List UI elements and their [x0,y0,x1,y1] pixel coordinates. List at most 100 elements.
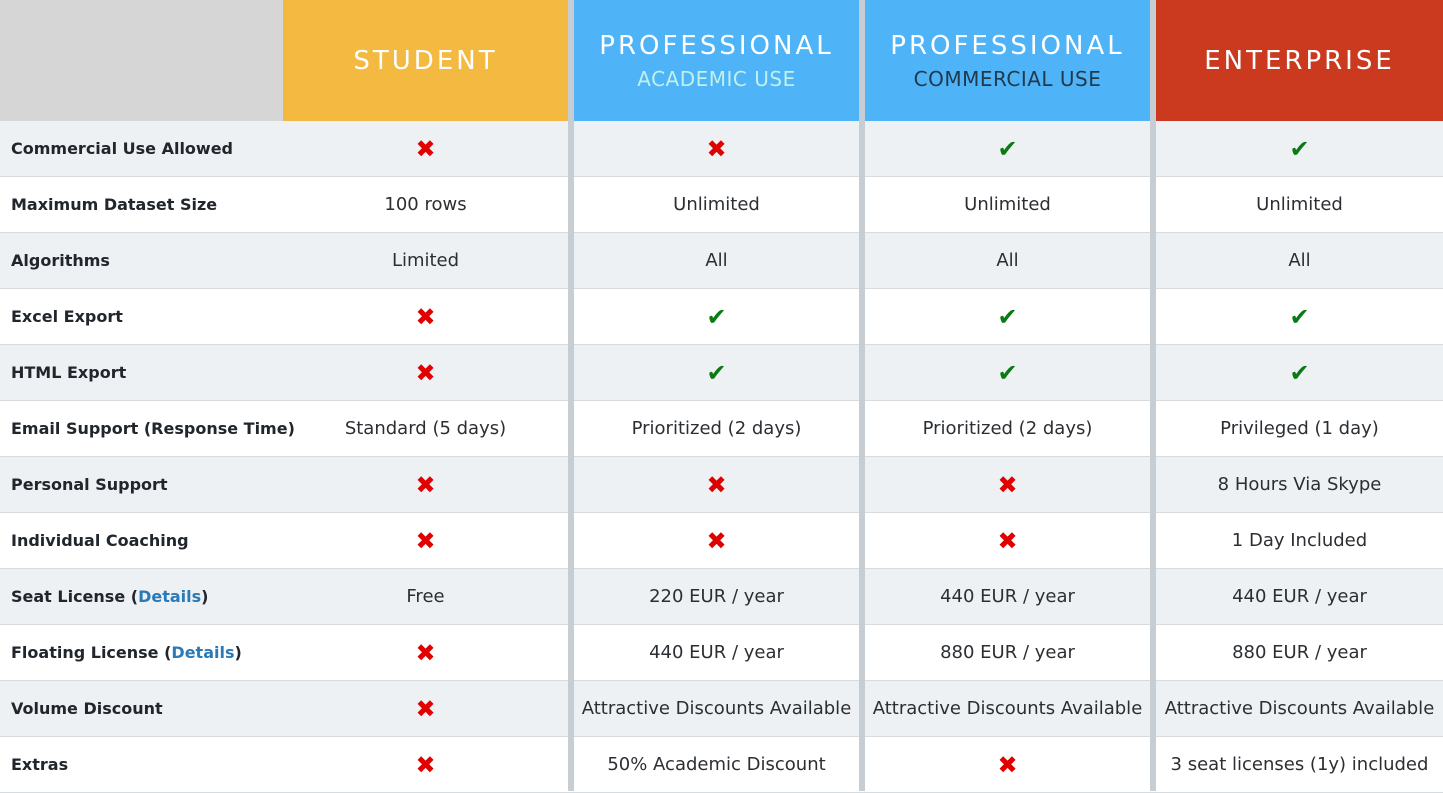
plan-value-text: 440 EUR / year [649,642,784,663]
plan-value-cell: ✔ [574,345,859,400]
table-row: Maximum Dataset Size 100 rows Unlimited Unl… [0,177,1443,233]
header-empty-cell [0,0,283,121]
plan-value-cell: 880 EUR / year [865,625,1150,680]
plan-header-row: STUDENT PROFESSIONAL ACADEMIC USE PROFES… [0,0,1443,121]
plan-value-text: 440 EUR / year [1232,586,1367,607]
plan-value-cell: ✔ [1156,289,1443,344]
cross-icon: ✖ [415,638,436,667]
plan-value-text: Prioritized (2 days) [922,418,1093,439]
plan-value-cell: Prioritized (2 days) [574,401,859,456]
plan-value-cell: ✖ [574,121,859,176]
feature-label: Maximum Dataset Size [0,177,283,232]
details-link[interactable]: Details [171,643,234,662]
plan-header-student: STUDENT [283,0,568,121]
cross-icon: ✖ [997,470,1018,499]
feature-label: Seat License (Details) [0,569,283,624]
plan-value-cell: 100 rows [283,177,568,232]
plan-value-text: 880 EUR / year [940,642,1075,663]
cross-icon: ✖ [706,470,727,499]
plan-value-cell: ✖ [865,457,1150,512]
plan-value-cell: ✔ [574,289,859,344]
plan-value-cell: 1 Day Included [1156,513,1443,568]
plan-value-cell: All [865,233,1150,288]
plan-value-text: Standard (5 days) [344,418,507,439]
plan-value-cell: ✖ [283,345,568,400]
feature-label-text: Volume Discount [11,699,163,718]
plan-subtitle: COMMERCIAL USE [913,66,1102,91]
plan-value-text: 440 EUR / year [940,586,1075,607]
table-row: Excel Export ✖ ✔ ✔ ✔ [0,289,1443,345]
plan-value-text: 880 EUR / year [1232,642,1367,663]
plan-value-text: All [1288,250,1311,271]
plan-value-cell: ✖ [283,625,568,680]
plan-value-cell: ✖ [865,513,1150,568]
details-link[interactable]: Details [138,587,201,606]
feature-label-text: Commercial Use Allowed [11,139,234,158]
plan-value-cell: All [574,233,859,288]
plan-value-text: 1 Day Included [1231,530,1368,551]
plan-value-cell: ✖ [574,513,859,568]
feature-label-text: HTML Export [11,363,127,382]
plan-value-cell: 8 Hours Via Skype [1156,457,1443,512]
feature-label-text: Floating License ( [11,643,172,662]
plan-value-cell: 880 EUR / year [1156,625,1443,680]
feature-label-text: Extras [11,755,69,774]
plan-value-cell: 440 EUR / year [574,625,859,680]
feature-label-text: Individual Coaching [11,531,189,550]
cross-icon: ✖ [415,134,436,163]
check-icon: ✔ [997,358,1018,387]
check-icon: ✔ [997,134,1018,163]
feature-label: Extras [0,737,283,792]
feature-label: Commercial Use Allowed [0,121,283,176]
plan-value-text: 50% Academic Discount [607,754,826,775]
table-row: Floating License (Details) ✖ 440 EUR / yea… [0,625,1443,681]
plan-value-cell: Attractive Discounts Available [865,681,1150,736]
check-icon: ✔ [706,358,727,387]
cross-icon: ✖ [415,470,436,499]
plan-value-cell: 3 seat licenses (1y) included [1156,737,1443,792]
plan-value-text: Unlimited [1256,194,1343,215]
feature-label: HTML Export [0,345,283,400]
cross-icon: ✖ [415,750,436,779]
plan-value-cell: 50% Academic Discount [574,737,859,792]
plan-value-text: 100 rows [384,194,467,215]
column-divider [1150,0,1156,791]
cross-icon: ✖ [997,526,1018,555]
plan-value-cell: Free [283,569,568,624]
feature-label-text: Seat License ( [11,587,139,606]
feature-label: Personal Support [0,457,283,512]
table-row: Commercial Use Allowed ✖ ✖ ✔ ✔ [0,121,1443,177]
pricing-comparison-table: STUDENT PROFESSIONAL ACADEMIC USE PROFES… [0,0,1443,793]
plan-value-cell: ✖ [574,457,859,512]
plan-value-text: Unlimited [964,194,1051,215]
plan-title: STUDENT [353,45,498,76]
plan-value-text: Unlimited [673,194,760,215]
plan-subtitle: ACADEMIC USE [637,66,796,91]
plan-value-cell: ✖ [283,457,568,512]
plan-value-text: Attractive Discounts Available [581,698,852,719]
feature-label-text: Algorithms [11,251,110,270]
plan-value-cell: Privileged (1 day) [1156,401,1443,456]
plan-value-text: Attractive Discounts Available [1164,698,1435,719]
table-row: Email Support (Response Time) Standard (5… [0,401,1443,457]
check-icon: ✔ [1289,358,1310,387]
plan-value-cell: Prioritized (2 days) [865,401,1150,456]
table-row: HTML Export ✖ ✔ ✔ ✔ [0,345,1443,401]
plan-title: PROFESSIONAL [890,30,1125,61]
table-row: Volume Discount ✖ Attractive Discounts Ava… [0,681,1443,737]
plan-value-text: Limited [391,250,460,271]
plan-value-cell: All [1156,233,1443,288]
plan-value-text: 3 seat licenses (1y) included [1170,754,1429,775]
feature-label-suffix: ) [234,643,242,662]
plan-value-cell: ✖ [865,737,1150,792]
plan-value-cell: Unlimited [574,177,859,232]
cross-icon: ✖ [706,134,727,163]
feature-label: Excel Export [0,289,283,344]
cross-icon: ✖ [415,694,436,723]
check-icon: ✔ [1289,134,1310,163]
plan-header-enterprise: ENTERPRISE [1156,0,1443,121]
table-row: Extras ✖ 50% Academic Discount ✖ 3 seat lice… [0,737,1443,793]
plan-value-cell: ✔ [1156,121,1443,176]
plan-value-cell: ✔ [865,121,1150,176]
feature-label-text: Maximum Dataset Size [11,195,218,214]
